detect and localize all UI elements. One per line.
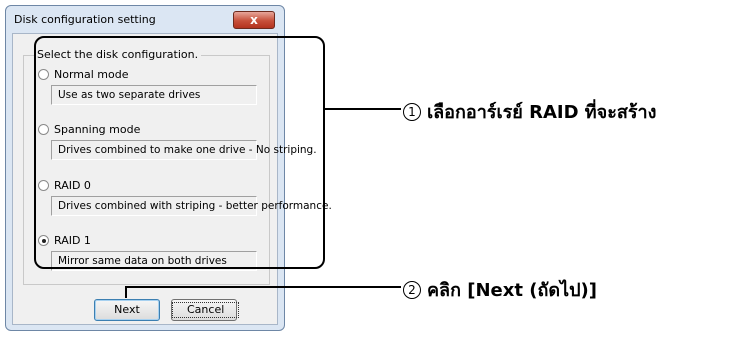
step-2-number: 2: [403, 281, 421, 299]
close-button[interactable]: x: [233, 11, 275, 29]
callout-line-1: [325, 108, 401, 110]
cancel-label: Cancel: [172, 302, 240, 318]
dialog-title: Disk configuration setting: [14, 13, 156, 26]
step-1-text: เลือกอาร์เรย์ RAID ที่จะสร้าง: [427, 102, 657, 123]
callout-line-2-drop: [125, 286, 127, 298]
title-bar: Disk configuration setting x: [6, 6, 284, 32]
step-2-annotation: 2 คลิก [Next (ถัดไป)]: [403, 275, 597, 304]
step-1-annotation: 1 เลือกอาร์เรย์ RAID ที่จะสร้าง: [403, 97, 656, 126]
step-1-number: 1: [403, 103, 421, 121]
options-highlight-frame: [34, 36, 325, 269]
step-2-text: คลิก [Next (ถัดไป)]: [427, 280, 597, 301]
next-button[interactable]: Next: [94, 299, 160, 321]
callout-line-2: [125, 286, 401, 288]
cancel-button[interactable]: Cancel: [171, 299, 240, 321]
close-icon: x: [250, 13, 258, 27]
